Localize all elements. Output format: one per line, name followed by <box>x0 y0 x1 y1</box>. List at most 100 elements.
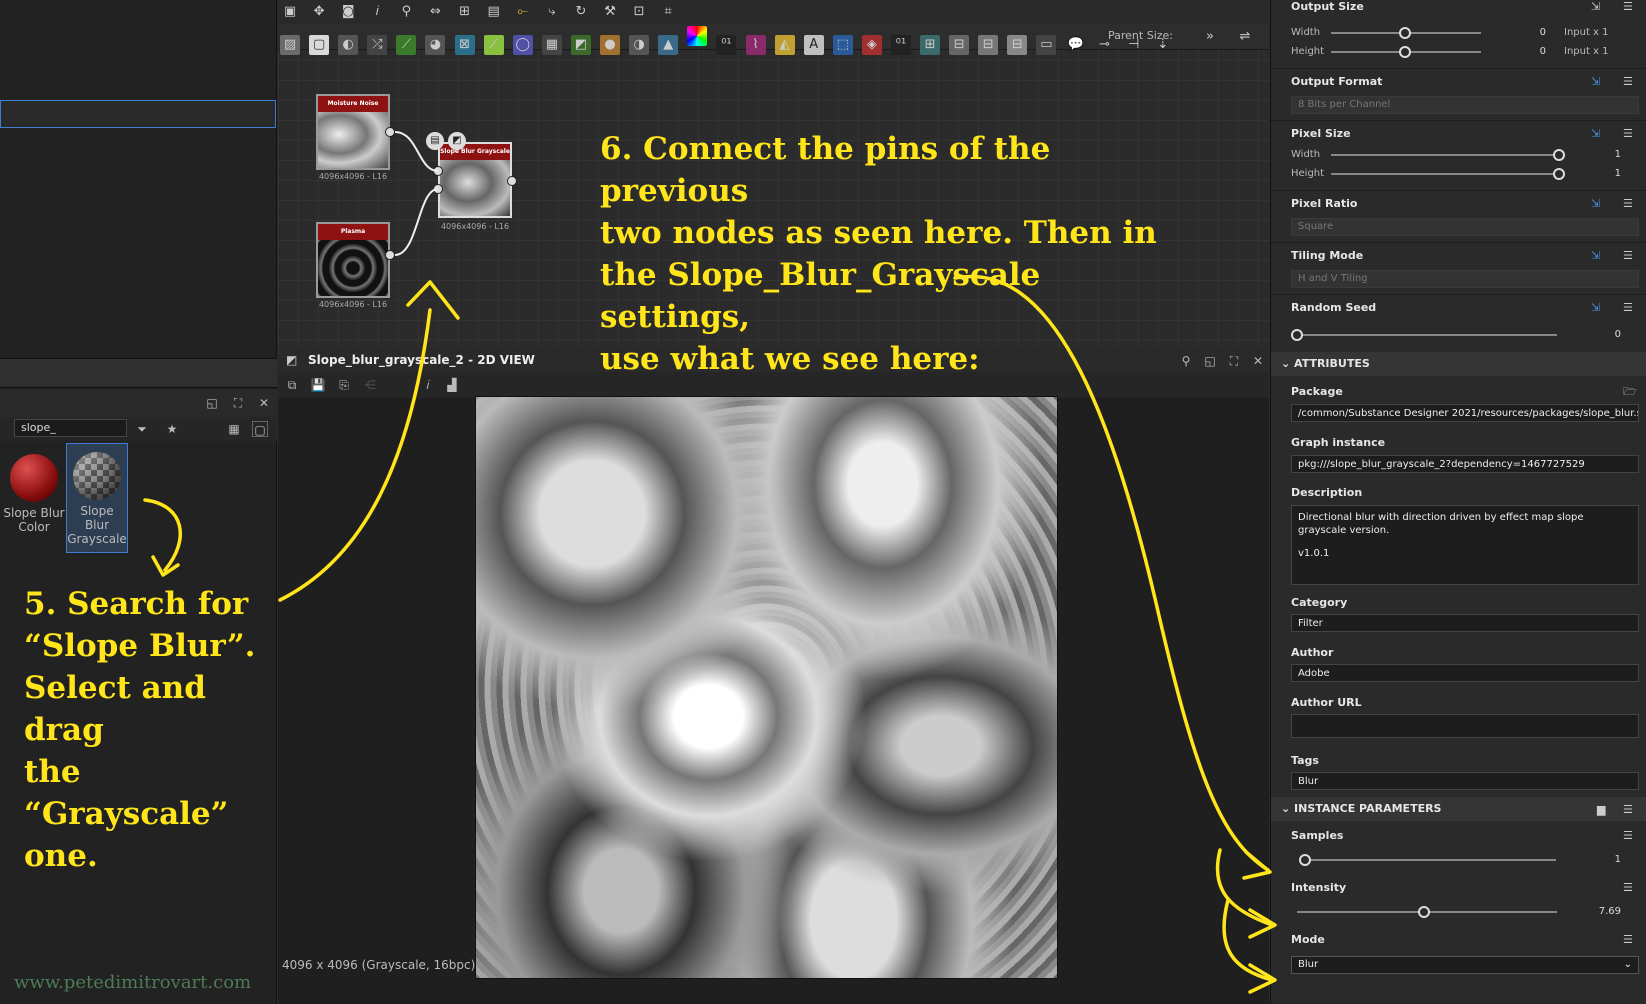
param-menu-icon[interactable]: ☰ <box>1623 881 1633 894</box>
package-path-field[interactable]: /common/Substance Designer 2021/resource… <box>1291 404 1639 422</box>
normal-icon[interactable]: ⊞ <box>920 35 941 55</box>
output-height-knob[interactable] <box>1399 46 1411 58</box>
chevron-down-icon: ⌄ <box>1281 357 1295 370</box>
favorite-star-icon[interactable]: ★ <box>164 421 180 437</box>
param-menu-icon[interactable]: ☰ <box>1623 75 1633 88</box>
fit-icon[interactable]: ⧉ <box>284 377 300 393</box>
left-panel-separator <box>0 358 277 388</box>
texture-preview-image[interactable] <box>475 396 1058 979</box>
grid-view-icon[interactable]: ▦ <box>226 421 242 437</box>
library-search-input[interactable]: slope_ <box>14 419 127 437</box>
output-width-mode[interactable]: Input x 1 <box>1564 27 1609 38</box>
link-param-icon[interactable]: ⇲ <box>1591 0 1600 13</box>
samples-knob[interactable] <box>1299 854 1311 866</box>
inherit-icon[interactable]: ⇲ <box>1591 249 1600 262</box>
samples-label: Samples <box>1291 829 1344 842</box>
divider <box>1271 294 1646 295</box>
output-icon[interactable]: ⊟ <box>978 35 999 55</box>
save-icon[interactable]: 💾 <box>310 377 326 393</box>
close-icon[interactable]: ✕ <box>256 395 272 411</box>
author-field[interactable]: Adobe <box>1291 664 1639 682</box>
fx-map-icon[interactable]: ⁰¹ <box>716 35 737 55</box>
divider <box>1271 190 1646 191</box>
close-icon[interactable]: ✕ <box>1250 353 1266 369</box>
pixel-height-value[interactable]: 1 <box>1601 168 1621 179</box>
annotation-line: “Slope Blur”. <box>24 628 256 664</box>
random-seed-knob[interactable] <box>1291 329 1303 341</box>
triangle-icon[interactable]: ◭ <box>774 35 795 55</box>
pixel-width-knob[interactable] <box>1553 149 1565 161</box>
inherit-icon[interactable]: ⇲ <box>1591 75 1600 88</box>
pixel-width-slider[interactable] <box>1331 154 1556 156</box>
library-item-slope-blur-grayscale[interactable]: Slope Blur Grayscale <box>66 443 128 553</box>
pin-icon[interactable]: ⚲ <box>1178 353 1194 369</box>
output-width-knob[interactable] <box>1399 27 1411 39</box>
selection-icon[interactable]: ⬚ <box>832 35 853 55</box>
pixel-height-knob[interactable] <box>1553 168 1565 180</box>
tiling-mode-dropdown[interactable]: H and V Tiling <box>1291 270 1639 288</box>
histogram-icon[interactable]: ▟ <box>444 377 460 393</box>
graph-output-icon[interactable]: ⊟ <box>1007 35 1028 55</box>
samples-value[interactable]: 1 <box>1601 854 1621 865</box>
param-menu-icon[interactable]: ☰ <box>1623 829 1633 842</box>
annotation-line: 5. Search for <box>24 586 249 622</box>
comment-icon[interactable]: 💬 <box>1066 35 1086 55</box>
param-menu-icon[interactable]: ☰ <box>1623 197 1633 210</box>
frame-node-icon[interactable]: ▭ <box>1036 35 1057 55</box>
instance-parameters-section-header[interactable]: ⌄ INSTANCE PARAMETERS <box>1271 797 1646 821</box>
author-url-field[interactable] <box>1291 714 1639 738</box>
param-menu-icon[interactable]: ☰ <box>1623 301 1633 314</box>
description-field[interactable]: Directional blur with direction driven b… <box>1291 505 1639 585</box>
link-toggle-icon[interactable]: ⇌ <box>1235 27 1255 47</box>
maximize-icon[interactable]: ⛶ <box>1226 353 1242 369</box>
attributes-header-label: ATTRIBUTES <box>1294 357 1370 370</box>
description-label: Description <box>1291 486 1363 499</box>
thumbnail-view-icon[interactable]: ▢ <box>252 421 268 437</box>
mode-dropdown[interactable]: Blur ⌄ <box>1291 956 1639 974</box>
param-menu-icon[interactable]: ☰ <box>1623 803 1633 816</box>
copy-icon[interactable]: ⎘ <box>336 377 352 393</box>
color-wheel-icon[interactable] <box>687 26 708 46</box>
channels-icon[interactable]: ⋲ <box>362 377 378 393</box>
output-format-label: Output Format <box>1291 75 1383 88</box>
pixel-height-slider[interactable] <box>1331 173 1556 175</box>
info-icon[interactable]: 𝑖 <box>420 377 436 393</box>
path-icon[interactable]: ⌇ <box>745 35 766 55</box>
graph-instance-field[interactable]: pkg:///slope_blur_grayscale_2?dependency… <box>1291 455 1639 473</box>
preset-icon[interactable]: ▆ <box>1597 803 1605 816</box>
category-field[interactable]: Filter <box>1291 614 1639 632</box>
inherit-icon[interactable]: ⇲ <box>1591 301 1600 314</box>
intensity-value[interactable]: 7.69 <box>1591 906 1621 917</box>
tags-field[interactable]: Blur <box>1291 772 1639 790</box>
library-item-slope-blur-color[interactable]: Slope Blur Color <box>3 446 65 554</box>
chevron-right-icon[interactable]: » <box>1200 27 1220 47</box>
folder-icon[interactable]: 🗁 <box>1623 383 1637 402</box>
pixel-ratio-dropdown[interactable]: Square <box>1291 218 1639 236</box>
undock-icon[interactable]: ◱ <box>1202 353 1218 369</box>
text-icon[interactable]: A <box>803 35 824 55</box>
filter-icon[interactable]: ⏷ <box>134 421 150 437</box>
intensity-knob[interactable] <box>1418 906 1430 918</box>
input-icon[interactable]: ⊟ <box>949 35 970 55</box>
fill-icon[interactable]: ◈ <box>861 35 882 55</box>
random-seed-slider[interactable] <box>1297 334 1557 336</box>
left-top-input-bar[interactable] <box>0 100 276 128</box>
maximize-icon[interactable]: ⛶ <box>230 395 246 411</box>
output-height-value[interactable]: 0 <box>1526 46 1546 57</box>
param-menu-icon[interactable]: ☰ <box>1623 0 1633 13</box>
output-height-mode[interactable]: Input x 1 <box>1564 46 1609 57</box>
samples-slider[interactable] <box>1301 859 1556 861</box>
pixel-width-value[interactable]: 1 <box>1601 149 1621 160</box>
param-menu-icon[interactable]: ☰ <box>1623 249 1633 262</box>
description-version: v1.0.1 <box>1298 548 1330 559</box>
random-seed-value[interactable]: 0 <box>1601 329 1621 340</box>
output-width-value[interactable]: 0 <box>1526 27 1546 38</box>
param-menu-icon[interactable]: ☰ <box>1623 933 1633 946</box>
inherit-icon[interactable]: ⇲ <box>1591 127 1600 140</box>
undock-icon[interactable]: ◱ <box>204 395 220 411</box>
attributes-section-header[interactable]: ⌄ ATTRIBUTES <box>1271 352 1646 376</box>
output-format-dropdown[interactable]: 8 Bits per Channel <box>1291 96 1639 114</box>
inherit-icon[interactable]: ⇲ <box>1591 197 1600 210</box>
value-icon[interactable]: ⁰¹ <box>890 35 911 55</box>
param-menu-icon[interactable]: ☰ <box>1623 127 1633 140</box>
